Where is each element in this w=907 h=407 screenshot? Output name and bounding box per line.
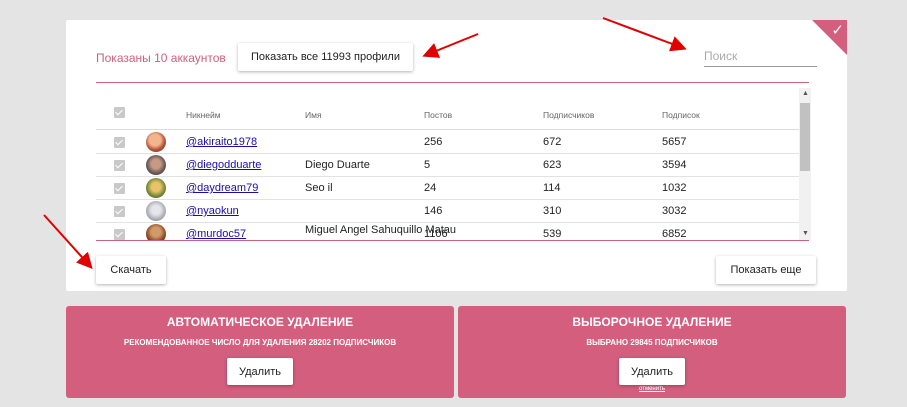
annotation-arrows (43, 17, 687, 269)
red-arrow-icon (422, 33, 479, 58)
red-arrow-icon (602, 17, 687, 52)
red-arrow-icon (43, 214, 93, 269)
